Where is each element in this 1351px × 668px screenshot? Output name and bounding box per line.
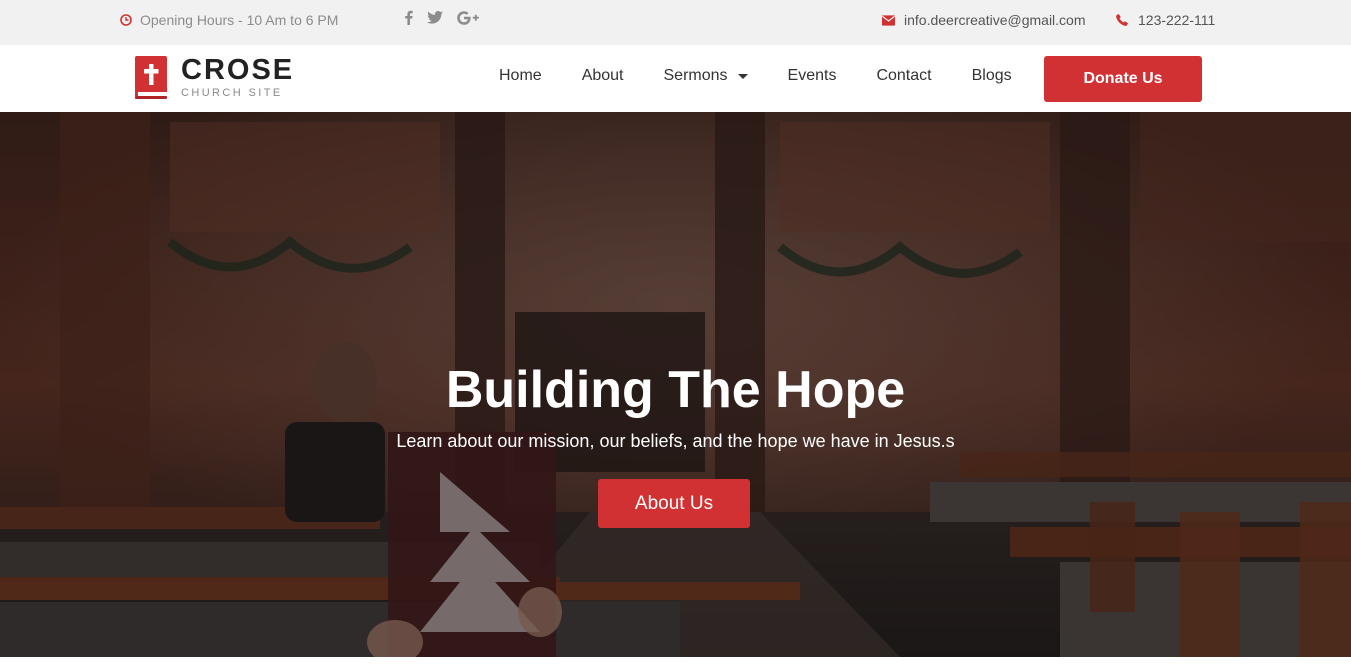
nav-item-sermons-label: Sermons [663,67,728,84]
page-bottom-edge [0,657,1351,668]
brand-logo[interactable]: CROSE CHURCH SITE [135,56,294,99]
brand-name: CROSE [181,54,295,86]
bible-cross-icon [135,56,167,99]
clock-icon [119,14,132,27]
main-menu: Home About Sermons Events Contact Blogs [499,67,1012,85]
contact-email[interactable]: info.deercreative@gmail.com [882,12,1086,28]
hero-banner: Building The Hope Learn about our missio… [0,112,1351,657]
about-us-button[interactable]: About Us [598,479,750,528]
email-text[interactable]: info.deercreative@gmail.com [904,12,1086,28]
twitter-icon[interactable] [427,11,443,24]
hero-subtitle: Learn about our mission, our beliefs, an… [396,431,955,451]
phone-icon [1115,14,1128,27]
top-info-bar: Opening Hours - 10 Am to 6 PM info.deerc… [0,0,1351,45]
brand-tagline: CHURCH SITE [181,87,283,99]
nav-item-about[interactable]: About [582,67,624,85]
brand-text: CROSE CHURCH SITE [181,54,295,100]
nav-item-contact[interactable]: Contact [876,67,931,85]
nav-item-events[interactable]: Events [788,67,837,85]
donate-button[interactable]: Donate Us [1044,56,1202,102]
google-plus-icon[interactable] [457,10,479,25]
contact-phone[interactable]: 123-222-111 [1115,12,1215,28]
opening-hours-text: Opening Hours - 10 Am to 6 PM [140,12,339,28]
hero-title: Building The Hope [445,361,906,419]
caret-down-icon [737,73,748,79]
nav-item-home[interactable]: Home [499,67,542,85]
phone-text[interactable]: 123-222-111 [1138,12,1215,28]
nav-item-blogs[interactable]: Blogs [972,67,1012,85]
opening-hours: Opening Hours - 10 Am to 6 PM [119,12,338,28]
nav-item-sermons[interactable]: Sermons [664,67,748,85]
social-links [404,10,479,25]
main-navbar: CROSE CHURCH SITE Home About Sermons Eve… [0,45,1351,112]
envelope-icon [882,14,895,27]
facebook-icon[interactable] [404,10,413,25]
